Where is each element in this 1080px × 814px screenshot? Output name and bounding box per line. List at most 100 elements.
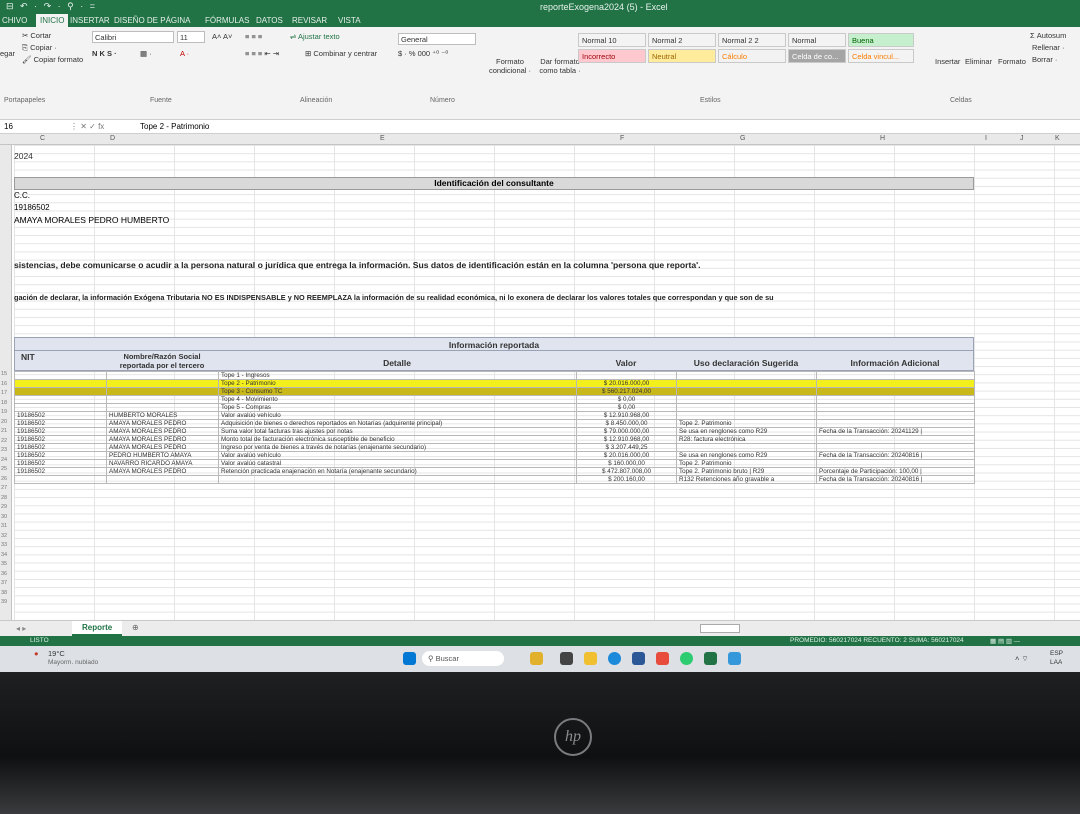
col-header-e[interactable]: E: [380, 135, 385, 142]
name-box[interactable]: 16: [4, 122, 64, 131]
row-header[interactable]: 18: [1, 400, 7, 406]
cell-valor[interactable]: $ 20.016.000,00: [576, 379, 677, 388]
cell-nit[interactable]: 19186502: [14, 443, 107, 452]
row-header[interactable]: 27: [1, 485, 7, 491]
table-row[interactable]: Tope 5 - Compras $ 0,00: [14, 403, 975, 412]
cell-detalle[interactable]: Retención practicada enajenación en Nota…: [218, 467, 577, 476]
cell-detalle[interactable]: [218, 475, 577, 484]
col-header-d[interactable]: D: [110, 135, 115, 142]
cell-valor[interactable]: $ 12.910.968,00: [576, 411, 677, 420]
cell-uso[interactable]: R28: factura electrónica: [676, 435, 817, 444]
cell-uso[interactable]: Se usa en renglones como R29: [676, 427, 817, 436]
cell-uso[interactable]: [676, 395, 817, 404]
notice-line-1[interactable]: sistencias, debe comunicarse o acudir a …: [14, 260, 1078, 270]
row-header[interactable]: 24: [1, 457, 7, 463]
delete-cells-button[interactable]: Eliminar: [965, 57, 992, 66]
bold-italic-underline[interactable]: N K S ·: [92, 49, 117, 58]
row-header[interactable]: 37: [1, 580, 7, 586]
cell-info[interactable]: [816, 435, 975, 444]
cell-valor[interactable]: $ 560.217.024,00: [576, 387, 677, 396]
cell-uso[interactable]: Tope 2. Patrimonio bruto | R29: [676, 467, 817, 476]
cell-valor[interactable]: $ 472.807.008,00: [576, 467, 677, 476]
clear-button[interactable]: Borrar ·: [1032, 55, 1057, 64]
weather-icon[interactable]: ●: [34, 649, 39, 658]
view-buttons[interactable]: ▦ ▤ ▥ —: [990, 637, 1020, 645]
row-header[interactable]: 23: [1, 447, 7, 453]
tab-review[interactable]: REVISAR: [292, 16, 327, 25]
cell-nit[interactable]: [14, 475, 107, 484]
cell-detalle[interactable]: Valor avalúo vehículo: [218, 411, 577, 420]
weather-temp[interactable]: 19°C: [48, 649, 65, 658]
col-header-k[interactable]: K: [1055, 135, 1060, 142]
store-icon[interactable]: [632, 652, 645, 665]
table-row[interactable]: Tope 2 - Patrimonio $ 20.016.000,00: [14, 379, 975, 388]
copy-button[interactable]: ⎘ Copiar ·: [22, 43, 57, 53]
cell-valor[interactable]: $ 3.207.449,25: [576, 443, 677, 452]
row-header[interactable]: 34: [1, 552, 7, 558]
worksheet[interactable]: 15 16 17 18 19 20 21 22 23 24 25 26 27 28 29 30 31 32 33 34…: [0, 145, 1080, 620]
tray-icons[interactable]: ˄ ⌔: [1015, 654, 1029, 664]
format-painter-button[interactable]: 🖌 Copiar formato: [22, 55, 83, 64]
style-check-cell[interactable]: Celda de co...: [788, 49, 846, 63]
add-sheet-icon[interactable]: ⊕: [132, 623, 139, 632]
cell-detalle[interactable]: Tope 4 - Movimiento: [218, 395, 577, 404]
cell-info[interactable]: Porcentaje de Participación: 100,00 |: [816, 467, 975, 476]
tab-data[interactable]: DATOS: [256, 16, 283, 25]
table-row[interactable]: 19186502 NAVARRO RICARDO AMAYA Valor avalú…: [14, 459, 975, 468]
table-row[interactable]: 19186502 AMAYA MORALES PEDRO Monto total d…: [14, 435, 975, 444]
cut-button[interactable]: ✂ Cortar: [22, 31, 51, 40]
style-good[interactable]: Buena: [848, 33, 914, 47]
align-bottom-icon[interactable]: ≡ ≡ ≡ ⇤ ⇥: [245, 49, 279, 58]
currency-icon[interactable]: $ · % 000 ⁺⁰ ⁻⁰: [398, 49, 448, 58]
format-as-table-button[interactable]: Dar formato como tabla ·: [536, 57, 584, 75]
id-number-cell[interactable]: 19186502: [14, 203, 50, 212]
row-header[interactable]: 16: [1, 381, 7, 387]
cell-info[interactable]: Fecha de la Transacción: 20241129 |: [816, 427, 975, 436]
taskbar-search[interactable]: ⚲ Buscar: [422, 651, 504, 666]
row-header[interactable]: 20: [1, 419, 7, 425]
row-header[interactable]: 21: [1, 428, 7, 434]
number-format-select[interactable]: General: [398, 33, 476, 45]
tab-view[interactable]: VISTA: [338, 16, 361, 25]
tab-file[interactable]: CHIVO: [2, 16, 27, 25]
cell-nit[interactable]: 19186502: [14, 435, 107, 444]
cell-detalle[interactable]: Tope 1 - Ingresos: [218, 371, 577, 380]
consultant-name-cell[interactable]: AMAYA MORALES PEDRO HUMBERTO: [14, 215, 169, 225]
cell-info[interactable]: [816, 395, 975, 404]
cell-nit[interactable]: [14, 403, 107, 412]
cell-info[interactable]: [816, 411, 975, 420]
row-header[interactable]: 25: [1, 466, 7, 472]
cell-valor[interactable]: $ 12.910.968,00: [576, 435, 677, 444]
cell-nombre[interactable]: AMAYA MORALES PEDRO: [106, 419, 219, 428]
cell-nombre[interactable]: PEDRO HUMBERTO AMAYA: [106, 451, 219, 460]
wrap-text-button[interactable]: ⇌ Ajustar texto: [290, 32, 340, 41]
formula-input[interactable]: Tope 2 - Patrimonio: [140, 122, 209, 131]
font-size-select[interactable]: 11: [177, 31, 205, 43]
table-row[interactable]: 19186502 AMAYA MORALES PEDRO Ingreso por v…: [14, 443, 975, 452]
sheet-nav-arrows[interactable]: ◂ ▸: [16, 624, 26, 633]
table-row[interactable]: $ 200.160,00 R132 Retenciones año gravabl…: [14, 475, 975, 484]
row-header[interactable]: 31: [1, 523, 7, 529]
row-header[interactable]: 35: [1, 561, 7, 567]
excel-icon[interactable]: [704, 652, 717, 665]
cell-valor[interactable]: $ 160.000,00: [576, 459, 677, 468]
cell-nombre[interactable]: NAVARRO RICARDO AMAYA: [106, 459, 219, 468]
borders-icon[interactable]: ▦ ·: [140, 49, 152, 58]
row-header[interactable]: 15: [1, 371, 7, 377]
insert-cells-button[interactable]: Insertar: [935, 57, 960, 66]
cell-nombre[interactable]: AMAYA MORALES PEDRO: [106, 467, 219, 476]
cell-nombre[interactable]: [106, 395, 219, 404]
cell-info[interactable]: Fecha de la Transacción: 20240816 |: [816, 451, 975, 460]
cell-valor[interactable]: $ 0,00: [576, 395, 677, 404]
cell-nombre[interactable]: AMAYA MORALES PEDRO: [106, 435, 219, 444]
style-bad[interactable]: Incorrecto: [578, 49, 646, 63]
cell-nombre[interactable]: [106, 387, 219, 396]
cell-detalle[interactable]: Valor avalúo vehículo: [218, 451, 577, 460]
tab-insert[interactable]: INSERTAR: [70, 16, 110, 25]
cell-info[interactable]: [816, 459, 975, 468]
style-normal[interactable]: Normal: [788, 33, 846, 47]
cell-nombre[interactable]: AMAYA MORALES PEDRO: [106, 427, 219, 436]
row-header[interactable]: 32: [1, 533, 7, 539]
cell-uso[interactable]: [676, 403, 817, 412]
row-header[interactable]: 28: [1, 495, 7, 501]
